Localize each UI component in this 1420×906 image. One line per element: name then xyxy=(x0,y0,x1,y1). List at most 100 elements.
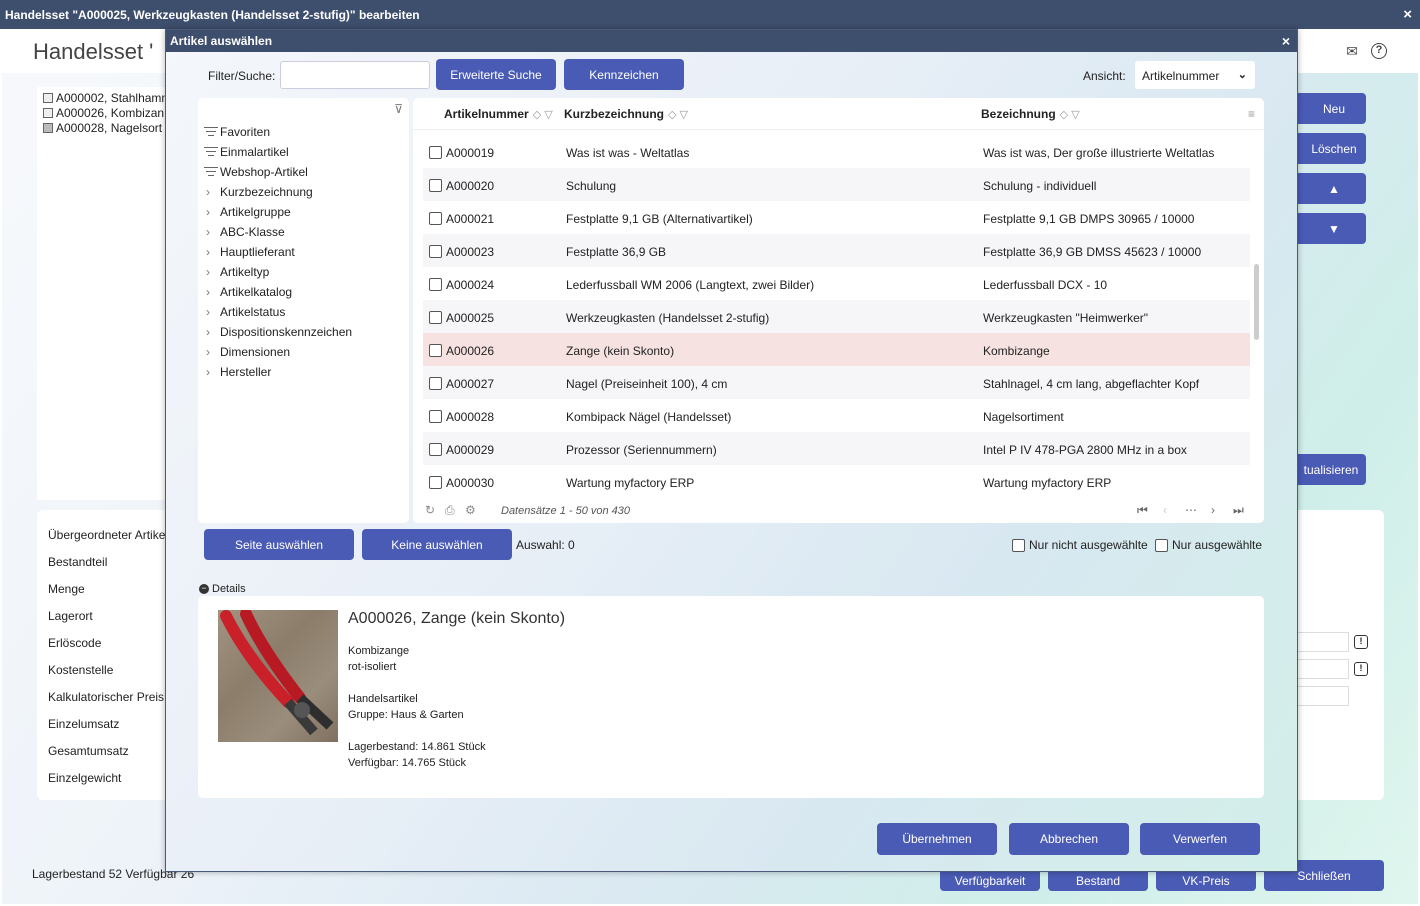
field-label: Kalkulatorischer Preis xyxy=(48,690,165,704)
sort-filter-icon[interactable]: ◇ ▽ xyxy=(533,109,553,121)
column-header-desc[interactable]: Bezeichnung ◇ ▽ xyxy=(981,107,1080,121)
filter-group[interactable]: › Artikeltyp xyxy=(204,265,269,279)
row-checkbox[interactable] xyxy=(429,476,442,489)
filter-label: Filter/Suche: xyxy=(208,69,276,83)
chevron-right-icon: › xyxy=(206,225,210,239)
discard-button[interactable]: Verwerfen xyxy=(1140,823,1260,855)
row-checkbox[interactable] xyxy=(429,179,442,192)
tree-item[interactable]: A000028, Nagelsort xyxy=(43,121,162,135)
view-select-value: Artikelnummer xyxy=(1142,69,1220,83)
field-label: Kostenstelle xyxy=(48,663,114,677)
column-menu-icon[interactable]: ≡ xyxy=(1248,107,1258,121)
filter-group[interactable]: › Artikelstatus xyxy=(204,305,285,319)
sort-filter-icon[interactable]: ◇ ▽ xyxy=(1060,109,1080,121)
cell-kurz: Werkzeugkasten (Handelsset 2-stufig) xyxy=(566,311,770,325)
row-checkbox[interactable] xyxy=(429,410,442,423)
chevron-right-icon: › xyxy=(206,325,210,339)
chevron-right-icon: › xyxy=(206,305,210,319)
more-pages-icon[interactable]: ⋯ xyxy=(1185,503,1197,517)
table-row[interactable]: A000024 Lederfussball WM 2006 (Langtext, … xyxy=(423,267,1250,300)
help-icon[interactable]: ? xyxy=(1371,43,1387,59)
cell-bez: Werkzeugkasten "Heimwerker" xyxy=(983,311,1149,325)
row-checkbox[interactable] xyxy=(429,344,442,357)
filter-group[interactable]: › ABC-Klasse xyxy=(204,225,285,239)
list-filter-icon xyxy=(204,127,218,137)
product-line: Verfügbar: 14.765 Stück xyxy=(348,757,467,769)
table-row[interactable]: A000026 Zange (kein Skonto) Kombizange xyxy=(423,333,1250,366)
table-row[interactable]: A000030 Wartung myfactory ERP Wartung myfa… xyxy=(423,465,1250,498)
table-row[interactable]: A000019 Was ist was - Weltatlas Was ist wa… xyxy=(423,135,1250,168)
table-row[interactable]: A000020 Schulung Schulung - individuell xyxy=(423,168,1250,201)
cell-nr: A000030 xyxy=(446,476,495,490)
last-page-icon[interactable]: ⏭ xyxy=(1233,503,1244,518)
details-toggle[interactable]: − Details xyxy=(199,583,246,595)
filter-group[interactable]: › Hauptlieferant xyxy=(204,245,295,259)
value-input[interactable] xyxy=(1297,659,1349,679)
apply-button[interactable]: Übernehmen xyxy=(877,823,997,855)
filter-group[interactable]: › Dimensionen xyxy=(204,345,290,359)
row-checkbox[interactable] xyxy=(429,377,442,390)
filter-list-one-time[interactable]: Einmalartikel xyxy=(204,145,289,159)
row-checkbox[interactable] xyxy=(429,146,442,159)
column-header-nr[interactable]: Artikelnummer ◇ ▽ xyxy=(444,107,553,121)
filter-list-favorites[interactable]: Favoriten xyxy=(204,125,270,139)
select-page-button[interactable]: Seite auswählen xyxy=(204,529,354,560)
sort-filter-icon[interactable]: ◇ ▽ xyxy=(668,109,688,121)
vertical-scrollbar[interactable] xyxy=(1254,264,1259,340)
record-count: Datensätze 1 - 50 von 430 xyxy=(501,505,631,517)
clear-filter-icon[interactable]: ⊽ xyxy=(394,102,403,116)
cancel-button[interactable]: Abbrechen xyxy=(1009,823,1129,855)
folder-icon xyxy=(43,123,53,133)
row-checkbox[interactable] xyxy=(429,278,442,291)
filter-group[interactable]: › Artikelkatalog xyxy=(204,285,292,299)
cell-bez: Kombizange xyxy=(983,344,1050,358)
product-line: Kombizange xyxy=(348,645,410,657)
field-label: Einzelgewicht xyxy=(48,771,122,785)
flags-button[interactable]: Kennzeichen xyxy=(564,59,684,90)
cell-kurz: Lederfussball WM 2006 (Langtext, zwei Bi… xyxy=(566,278,815,292)
cell-nr: A000021 xyxy=(446,212,495,226)
table-row[interactable]: A000029 Prozessor (Seriennummern) Intel P … xyxy=(423,432,1250,465)
filter-group[interactable]: › Hersteller xyxy=(204,365,271,379)
table-row[interactable]: A000027 Nagel (Preiseinheit 100), 4 cm Sta… xyxy=(423,366,1250,399)
table-row[interactable]: A000021 Festplatte 9,1 GB (Alternativarti… xyxy=(423,201,1250,234)
column-header-short[interactable]: Kurzbezeichnung ◇ ▽ xyxy=(564,107,688,121)
tree-item[interactable]: A000002, Stahlhamm xyxy=(43,91,171,105)
chevron-right-icon: › xyxy=(206,345,210,359)
first-page-icon[interactable]: ⏮ xyxy=(1137,503,1148,518)
table-row[interactable]: A000028 Kombipack Nägel (Handelsset) Nagel… xyxy=(423,399,1250,432)
filter-group[interactable]: › Dispositionskennzeichen xyxy=(204,325,352,339)
cell-kurz: Schulung xyxy=(566,179,617,193)
only-unselected-checkbox[interactable]: Nur nicht ausgewählte xyxy=(1012,538,1148,552)
cell-bez: Intel P IV 478-PGA 2800 MHz in a box xyxy=(983,443,1187,457)
next-page-icon[interactable]: › xyxy=(1211,503,1215,517)
value-input[interactable] xyxy=(1297,632,1349,652)
window-close-icon[interactable]: × xyxy=(1403,6,1412,23)
extended-search-button[interactable]: Erweiterte Suche xyxy=(436,59,556,90)
filter-group[interactable]: › Artikelgruppe xyxy=(204,205,291,219)
cell-bez: Festplatte 36,9 GB DMSS 45623 / 10000 xyxy=(983,245,1202,259)
filter-search-input[interactable] xyxy=(280,61,430,89)
prev-page-icon[interactable]: ‹ xyxy=(1163,503,1167,517)
table-row[interactable]: A000025 Werkzeugkasten (Handelsset 2-stuf… xyxy=(423,300,1250,333)
only-selected-checkbox[interactable]: Nur ausgewählte xyxy=(1155,538,1262,552)
collapse-icon: − xyxy=(199,584,209,594)
row-checkbox[interactable] xyxy=(429,245,442,258)
value-input[interactable] xyxy=(1297,686,1349,706)
view-select[interactable]: Artikelnummer ⌄ xyxy=(1135,61,1255,89)
row-checkbox[interactable] xyxy=(429,443,442,456)
print-icon[interactable]: ⎙ xyxy=(445,503,455,518)
filter-list-webshop[interactable]: Webshop-Artikel xyxy=(204,165,308,179)
mail-icon[interactable]: ✉ xyxy=(1344,43,1360,59)
select-none-button[interactable]: Keine auswählen xyxy=(362,529,512,560)
gear-icon[interactable]: ⚙ xyxy=(465,503,476,517)
field-label: Erlöscode xyxy=(48,636,102,650)
item-icon xyxy=(43,93,53,103)
tree-item[interactable]: A000026, Kombizan xyxy=(43,106,164,120)
table-row[interactable]: A000023 Festplatte 36,9 GB Festplatte 36,9… xyxy=(423,234,1250,267)
row-checkbox[interactable] xyxy=(429,212,442,225)
filter-group[interactable]: › Kurzbezeichnung xyxy=(204,185,313,199)
refresh-icon[interactable]: ↻ xyxy=(425,503,435,517)
dialog-close-icon[interactable]: × xyxy=(1282,33,1290,49)
row-checkbox[interactable] xyxy=(429,311,442,324)
